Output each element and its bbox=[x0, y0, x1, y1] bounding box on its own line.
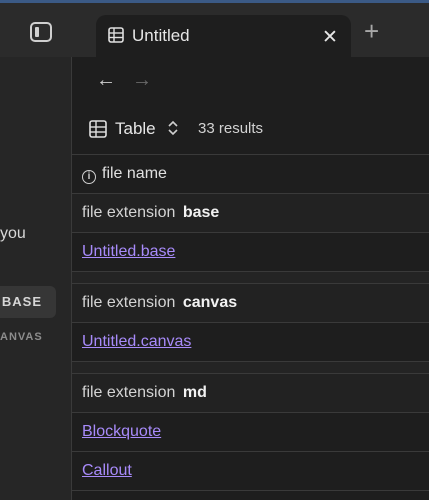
column-header-file-name[interactable]: i file name bbox=[72, 154, 429, 193]
group-header-canvas: file extension canvas bbox=[72, 283, 429, 322]
results-count: 33 results bbox=[198, 120, 264, 137]
title-bar: Untitled ✕ + bbox=[0, 3, 429, 60]
table-row bbox=[72, 490, 429, 500]
group-spacer bbox=[72, 271, 429, 283]
group-header-base: file extension base bbox=[72, 193, 429, 232]
new-tab-button[interactable]: + bbox=[364, 18, 379, 44]
sidebar-item-label: BASE bbox=[1, 294, 42, 309]
sidebar-item-base[interactable]: BASE bbox=[0, 286, 56, 318]
sidebar-item-canvas[interactable]: ANVAS bbox=[0, 331, 43, 343]
table-row: Untitled.base bbox=[72, 232, 429, 271]
group-spacer bbox=[72, 361, 429, 373]
file-link[interactable]: Untitled.base bbox=[82, 243, 175, 260]
chevron-up-down-icon[interactable] bbox=[168, 120, 178, 136]
sidebar-toggle-icon[interactable] bbox=[30, 22, 52, 42]
table-row: Blockquote bbox=[72, 412, 429, 451]
forward-arrow-icon[interactable]: → bbox=[132, 69, 152, 92]
table-view-icon bbox=[89, 120, 107, 138]
table-icon bbox=[108, 27, 124, 43]
sidebar-text-fragment: you bbox=[0, 225, 26, 242]
table-row: Callout bbox=[72, 451, 429, 490]
file-link[interactable]: Blockquote bbox=[82, 423, 161, 440]
left-sidebar: you BASE ANVAS bbox=[0, 57, 71, 500]
group-header-md: file extension md bbox=[72, 373, 429, 412]
column-header-label: file name bbox=[102, 165, 167, 182]
tab-title: Untitled bbox=[132, 26, 190, 45]
view-toolbar: Table 33 results bbox=[72, 114, 429, 154]
table-row: Untitled.canvas bbox=[72, 322, 429, 361]
main-content: ← → Table 33 results i file name file ext… bbox=[72, 57, 429, 500]
info-icon: i bbox=[82, 170, 96, 184]
file-link[interactable]: Untitled.canvas bbox=[82, 333, 191, 350]
back-arrow-icon[interactable]: ← bbox=[96, 69, 116, 92]
tab-untitled[interactable]: Untitled ✕ bbox=[96, 15, 351, 60]
close-icon[interactable]: ✕ bbox=[322, 28, 338, 47]
file-link[interactable]: Callout bbox=[82, 462, 132, 479]
view-selector[interactable]: Table bbox=[115, 119, 156, 139]
